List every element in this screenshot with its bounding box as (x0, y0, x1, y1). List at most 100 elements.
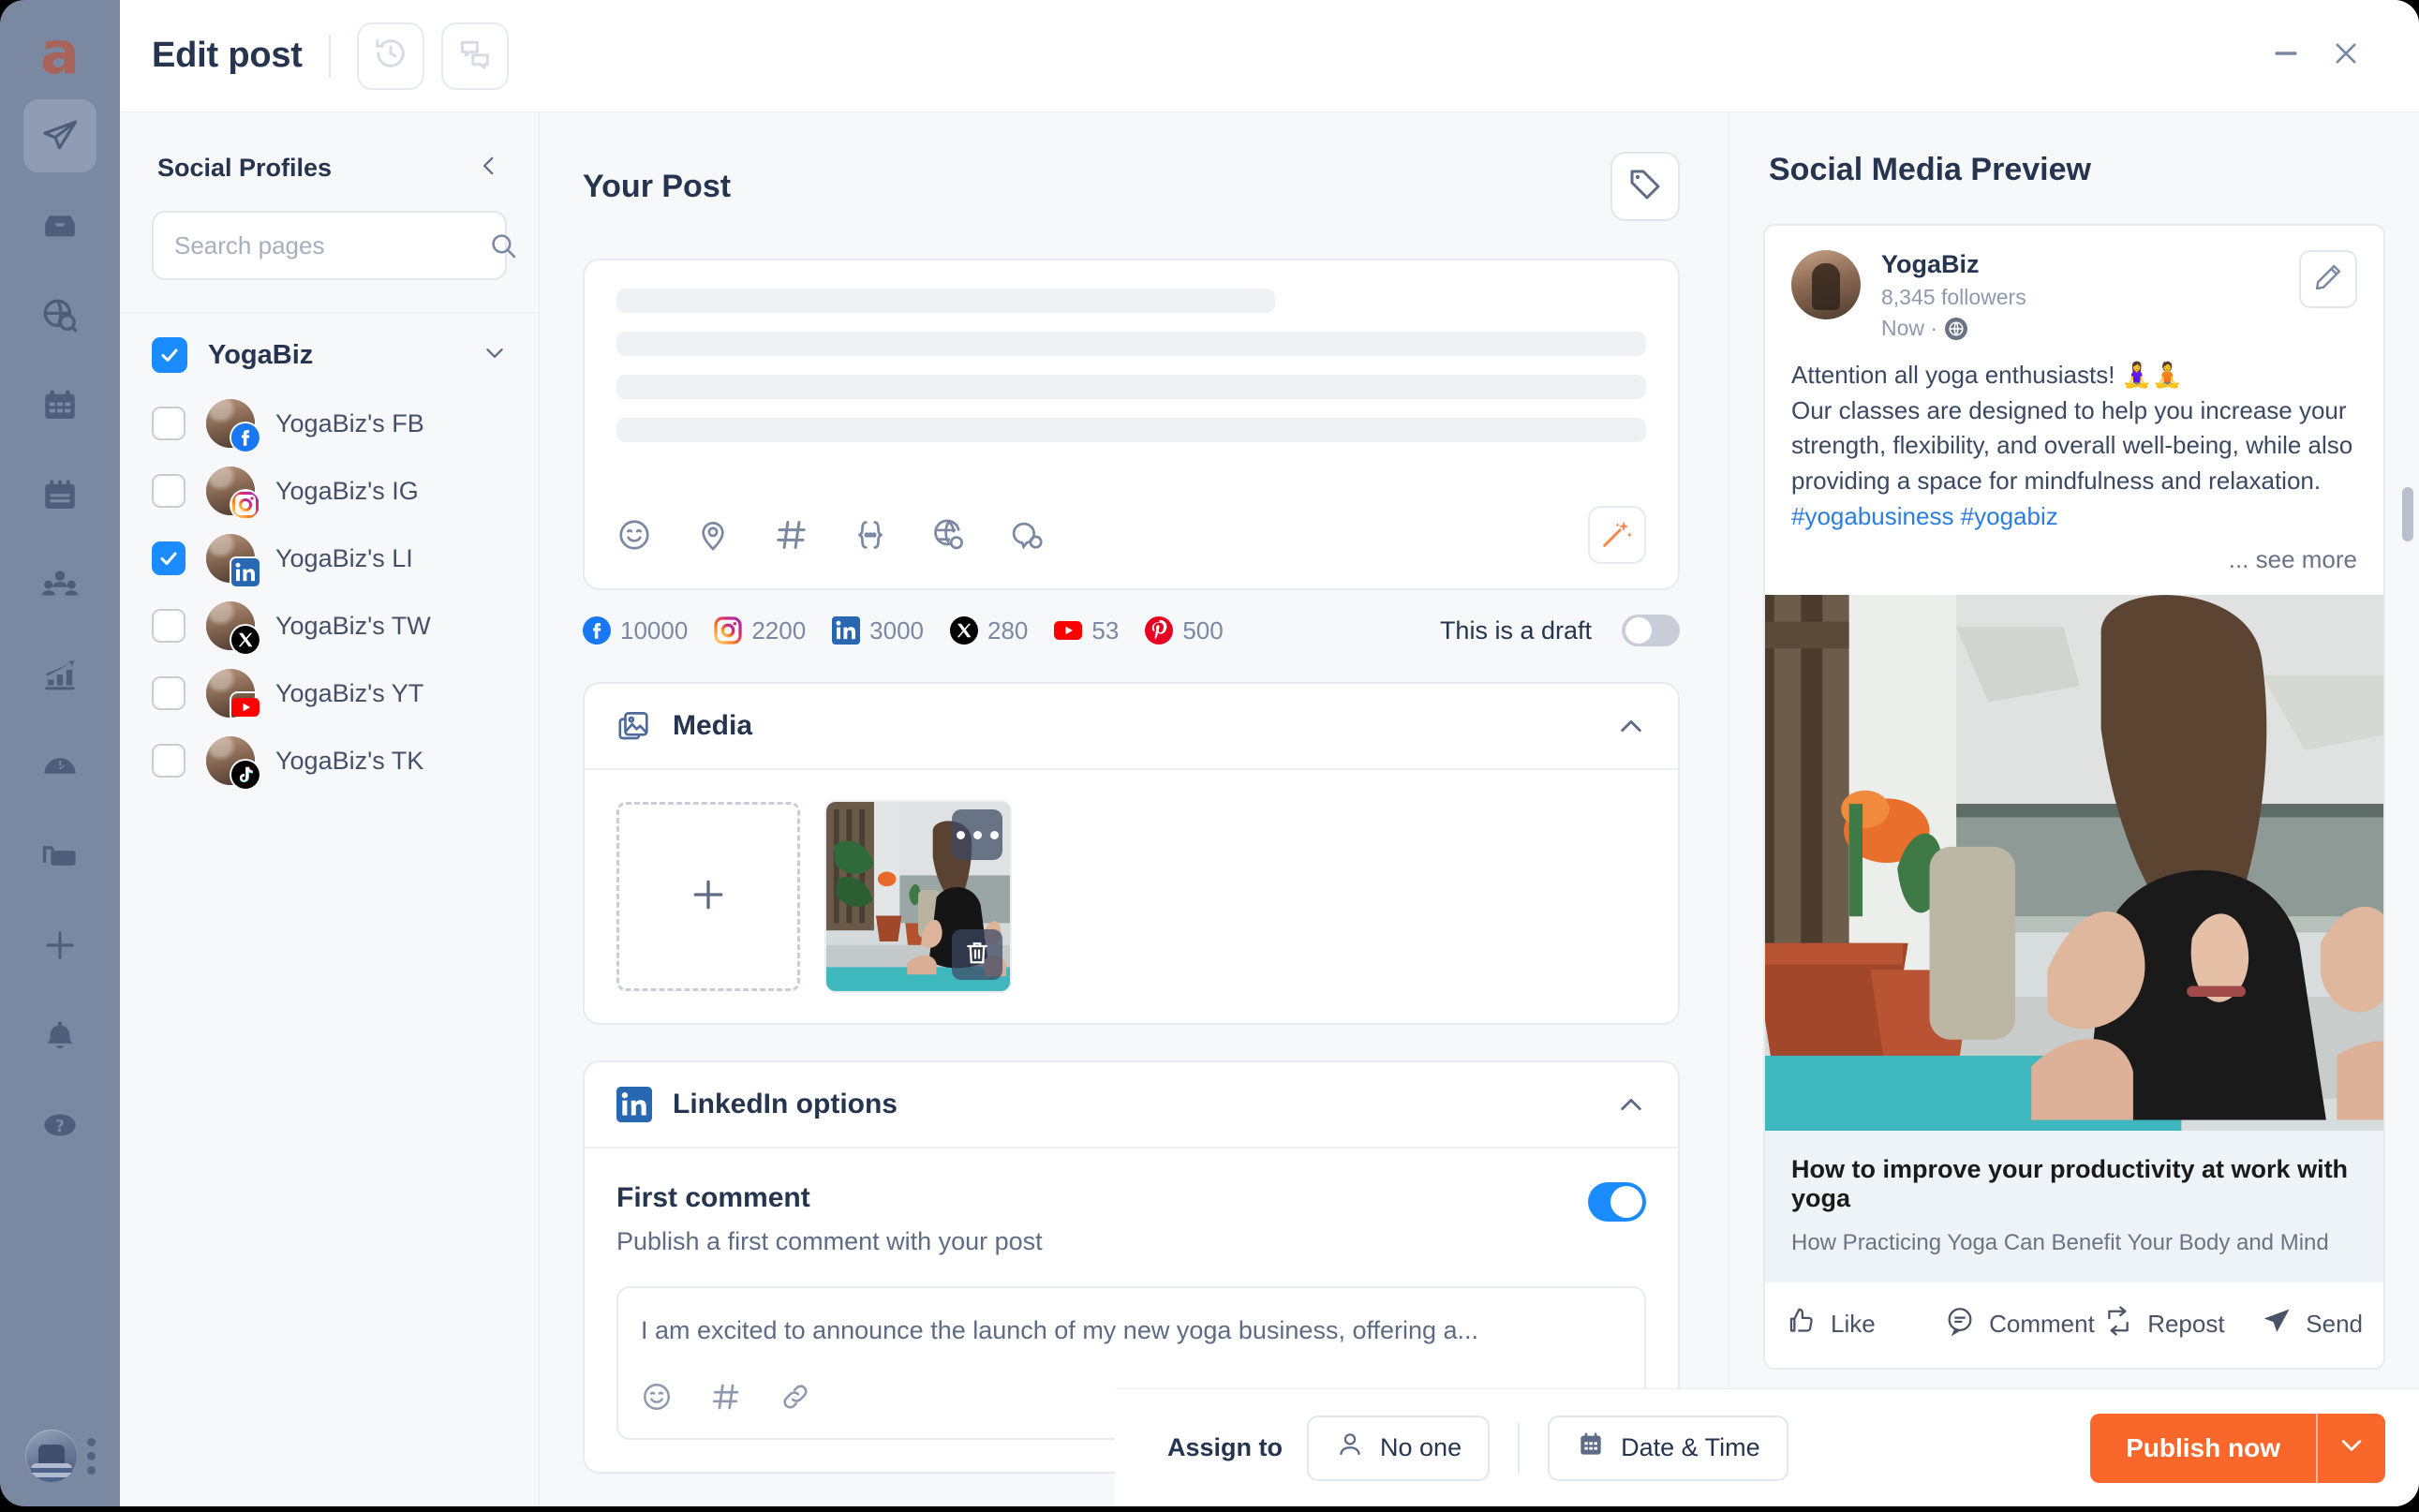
profile-checkbox[interactable] (152, 474, 186, 508)
group-expand-button[interactable] (482, 341, 507, 370)
rail-items: ? (23, 99, 96, 1178)
repost-button[interactable]: Repost (2102, 1305, 2261, 1343)
preview-hashtags[interactable]: #yogabusiness #yogabiz (1791, 502, 2058, 530)
media-menu-button[interactable] (952, 809, 1002, 860)
comment-button[interactable]: Comment (1944, 1305, 2102, 1343)
preview-image[interactable] (1765, 595, 2383, 1132)
profile-row-tk[interactable]: YogaBiz's TK (152, 727, 507, 794)
profile-group-yogabiz[interactable]: YogaBiz (120, 313, 539, 373)
send-button[interactable]: Send (2261, 1305, 2363, 1343)
rail-item-audience[interactable] (23, 549, 96, 622)
avatar[interactable] (24, 1430, 78, 1482)
profile-row-fb[interactable]: YogaBiz's FB (152, 390, 507, 457)
link-icon[interactable] (779, 1381, 811, 1417)
emoji-icon[interactable] (641, 1381, 673, 1417)
page-title: Edit post (152, 36, 303, 75)
preview-scrollbar[interactable] (2402, 487, 2413, 541)
draft-toggle[interactable] (1622, 615, 1680, 646)
preview-account-meta: YogaBiz 8,345 followers Now · (1881, 250, 2299, 341)
bell-icon (40, 1015, 80, 1055)
publish-now-button[interactable]: Publish now (2090, 1413, 2316, 1483)
publish-options-button[interactable] (2316, 1413, 2385, 1483)
search-input[interactable] (174, 230, 488, 260)
preview-link-caption[interactable]: How to improve your productivity at work… (1765, 1131, 2383, 1283)
count-value: 53 (1091, 615, 1120, 645)
tag-button[interactable] (1610, 152, 1680, 221)
inbox-icon (40, 206, 80, 245)
rail-item-publish[interactable] (23, 99, 96, 172)
profile-row-yt[interactable]: YogaBiz's YT (152, 660, 507, 727)
comment-bubble-icon[interactable] (1010, 517, 1046, 553)
globe-translate-icon[interactable] (931, 517, 967, 553)
preview-body-text: Our classes are designed to help you inc… (1791, 395, 2353, 496)
rail-item-discovery[interactable] (23, 279, 96, 352)
ai-assistant-button[interactable] (1588, 506, 1646, 564)
rail-item-media-library[interactable] (23, 819, 96, 892)
hashtag-icon[interactable] (774, 517, 809, 553)
close-button[interactable] (2316, 26, 2376, 86)
rail-item-content-plan[interactable] (23, 459, 96, 532)
search-box[interactable] (152, 211, 516, 280)
avatar (206, 467, 260, 519)
avatar (206, 534, 260, 586)
profile-checkbox[interactable] (152, 541, 186, 575)
post-editor-card[interactable] (583, 259, 1680, 590)
your-post-title: Your Post (583, 168, 732, 204)
comments-button[interactable] (440, 22, 509, 90)
profile-checkbox[interactable] (152, 744, 186, 778)
rail-item-create[interactable] (23, 909, 96, 982)
like-button[interactable]: Like (1786, 1305, 1944, 1343)
media-section-header[interactable]: Media (585, 684, 1678, 770)
your-post-panel: Your Post 10000 2200 3000 280 53 500 Thi… (540, 112, 1729, 1506)
preview-see-more[interactable]: ... see more (1765, 534, 2383, 595)
location-pin-icon[interactable] (695, 517, 731, 553)
search-icon[interactable] (488, 230, 518, 260)
preview-edit-button[interactable] (2299, 250, 2357, 308)
rail-item-analytics[interactable] (23, 639, 96, 712)
collapse-sidebar-button[interactable] (477, 154, 501, 183)
plus-icon (688, 874, 729, 920)
rail-item-monitoring[interactable] (23, 729, 96, 802)
assignee-button[interactable]: No one (1307, 1415, 1491, 1481)
assign-to-label: Assign to (1167, 1433, 1284, 1461)
profile-checkbox[interactable] (152, 676, 186, 710)
media-delete-button[interactable] (952, 929, 1002, 980)
profile-row-ig[interactable]: YogaBiz's IG (152, 457, 507, 525)
editor-placeholder-line (616, 332, 1646, 356)
date-time-button[interactable]: Date & Time (1548, 1415, 1788, 1481)
more-dots-icon (955, 830, 1001, 839)
group-checkbox[interactable] (152, 337, 187, 373)
profile-checkbox[interactable] (152, 407, 186, 440)
profile-row-tw[interactable]: YogaBiz's TW (152, 592, 507, 660)
bottom-action-bar: Assign to No one Date & Time Publish now (1115, 1388, 2419, 1506)
rail-item-inbox[interactable] (23, 189, 96, 262)
profile-label: YogaBiz's FB (275, 408, 424, 437)
linkedin-options-header[interactable]: LinkedIn options (585, 1062, 1678, 1149)
variable-icon[interactable] (853, 517, 888, 553)
emoji-icon[interactable] (616, 517, 652, 553)
history-button[interactable] (356, 22, 424, 90)
rail-item-notifications[interactable] (23, 999, 96, 1072)
profile-row-li[interactable]: YogaBiz's LI (152, 525, 507, 592)
audience-icon (40, 566, 80, 605)
count-youtube: 53 (1054, 616, 1119, 645)
chevron-up-icon[interactable] (1616, 1090, 1646, 1119)
count-x: 280 (950, 616, 1028, 645)
rail-user-row[interactable] (24, 1430, 96, 1482)
media-thumbnail[interactable] (826, 802, 1010, 991)
profile-checkbox[interactable] (152, 609, 186, 643)
minimize-button[interactable] (2256, 26, 2316, 86)
chevron-up-icon[interactable] (1616, 711, 1646, 741)
add-media-button[interactable] (616, 802, 800, 991)
hashtag-icon[interactable] (710, 1381, 742, 1417)
rail-item-calendar[interactable] (23, 369, 96, 442)
first-comment-toggle[interactable] (1588, 1182, 1646, 1222)
linkedin-preview-card: YogaBiz 8,345 followers Now · Attention … (1763, 224, 2385, 1371)
app-logo[interactable]: a (23, 17, 96, 90)
calendar-grid-icon (40, 386, 80, 425)
social-profiles-header: Social Profiles (120, 112, 539, 183)
more-dots-icon[interactable] (86, 1437, 96, 1475)
rail-item-help[interactable]: ? (23, 1089, 96, 1162)
content-plan-icon (40, 476, 80, 515)
facebook-icon (583, 616, 611, 645)
